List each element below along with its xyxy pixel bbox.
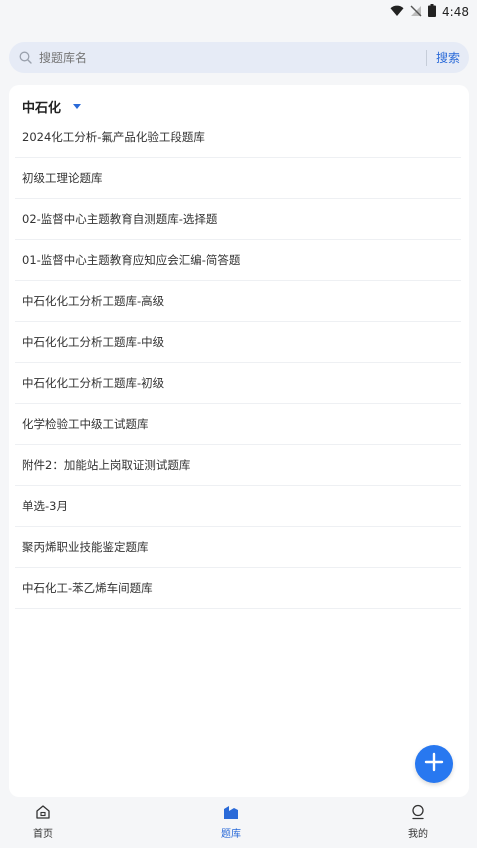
question-bank-item[interactable]: 中石化工-苯乙烯车间题库: [15, 568, 461, 609]
question-bank-item[interactable]: 单选-3月: [15, 486, 461, 527]
nav-home-label: 首页: [33, 829, 53, 840]
home-icon: [34, 803, 52, 821]
question-bank-item[interactable]: 化学检验工中级工试题库: [15, 404, 461, 445]
search-input[interactable]: [39, 50, 426, 65]
profile-icon: [409, 803, 427, 821]
search-icon: [19, 51, 33, 65]
nav-profile-label: 我的: [408, 829, 428, 840]
battery-icon: [428, 2, 437, 21]
nav-question-bank[interactable]: 题库: [201, 803, 261, 840]
nav-home[interactable]: 首页: [13, 803, 73, 840]
question-bank-list: 2024化工分析-氟产品化验工段题库 初级工理论题库 02-监督中心主题教育自测…: [15, 117, 461, 609]
question-bank-card: 中石化 2024化工分析-氟产品化验工段题库 初级工理论题库 02-监督中心主题…: [9, 85, 469, 797]
question-bank-item[interactable]: 初级工理论题库: [15, 158, 461, 199]
question-bank-item[interactable]: 01-监督中心主题教育应知应会汇编-简答题: [15, 240, 461, 281]
status-time: 4:48: [442, 4, 469, 19]
wifi-icon: [390, 2, 404, 21]
question-bank-item[interactable]: 02-监督中心主题教育自测题库-选择题: [15, 199, 461, 240]
add-question-bank-button[interactable]: [415, 745, 453, 783]
category-label: 中石化: [22, 100, 62, 116]
question-bank-item[interactable]: 附件2：加能站上岗取证测试题库: [15, 445, 461, 486]
question-bank-icon: [222, 803, 240, 821]
status-bar: 4:48: [0, 0, 477, 22]
caret-down-icon: [73, 103, 82, 109]
question-bank-item[interactable]: 中石化化工分析工题库-初级: [15, 363, 461, 404]
search-bar: 搜索: [9, 42, 469, 73]
question-bank-item[interactable]: 聚丙烯职业技能鉴定题库: [15, 527, 461, 568]
question-bank-item[interactable]: 中石化化工分析工题库-中级: [15, 322, 461, 363]
no-signal-icon: [410, 2, 422, 21]
bottom-nav: 首页 题库 我的: [0, 797, 477, 848]
nav-profile[interactable]: 我的: [388, 803, 448, 840]
search-button[interactable]: 搜索: [427, 49, 469, 66]
question-bank-item[interactable]: 中石化化工分析工题库-高级: [15, 281, 461, 322]
question-bank-item[interactable]: 2024化工分析-氟产品化验工段题库: [15, 117, 461, 158]
category-selector[interactable]: 中石化: [22, 97, 82, 116]
status-icons: 4:48: [390, 2, 469, 21]
nav-question-bank-label: 题库: [221, 829, 241, 840]
plus-icon: [424, 752, 444, 776]
